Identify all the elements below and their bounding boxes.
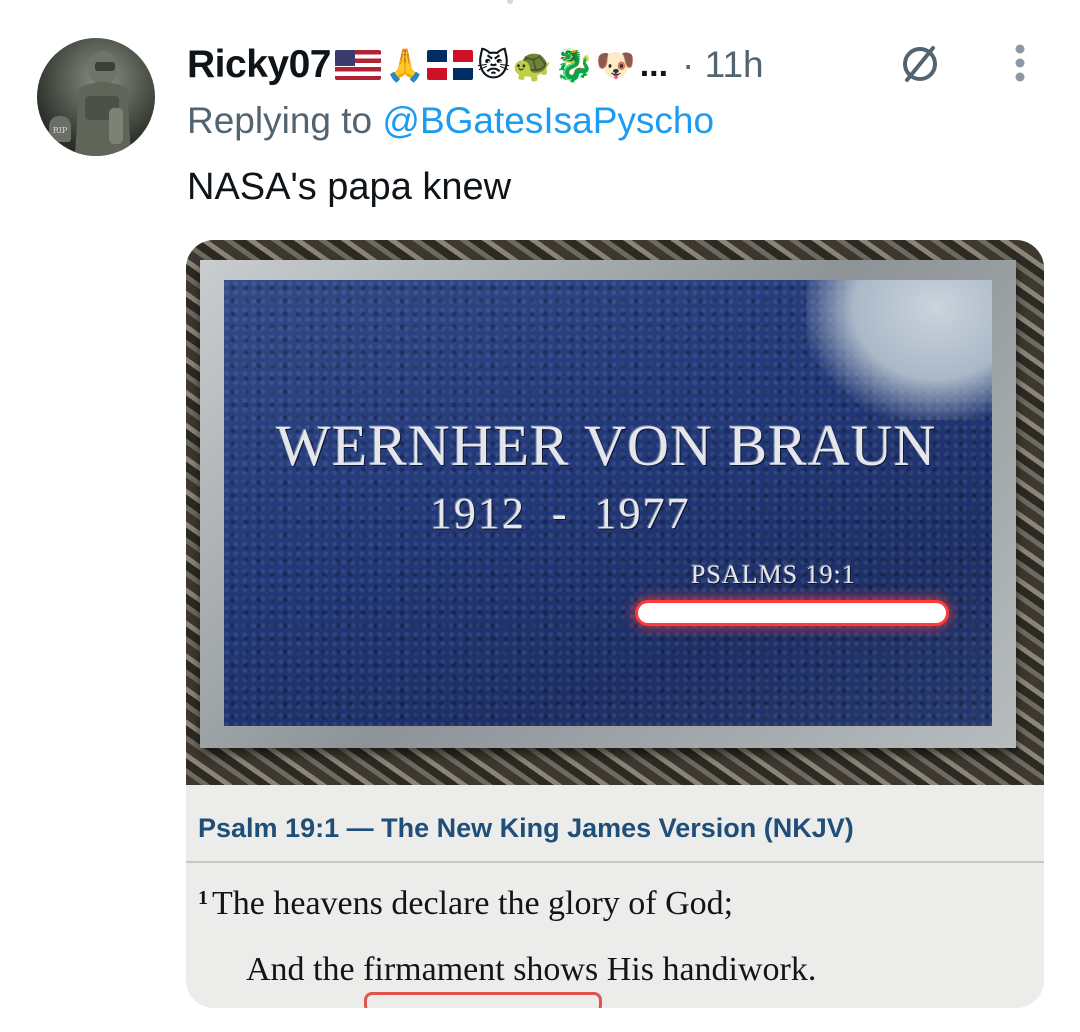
rip-badge: RIP [49,116,71,142]
name-truncation: ... [639,45,669,84]
dominican-flag-icon [426,50,473,80]
separator-dot: · [682,44,695,85]
author-display-name[interactable]: Ricky07 [187,43,331,87]
turtle-icon: 🐢 [512,47,552,83]
verse-line-1: 1 The heavens declare the glory of God; [198,885,733,923]
thread-connector [507,0,513,4]
grave-plaque-photo: WERNHER VON BRAUN 1912 - 1977 PSALMS 19:… [186,240,1044,785]
tweet-media-image[interactable]: WERNHER VON BRAUN 1912 - 1977 PSALMS 19:… [186,240,1044,1008]
bible-divider [186,861,1044,863]
plaque-psalm-reference: PSALMS 19:1 [691,560,856,589]
circle-slash-icon[interactable] [897,40,943,86]
name-emoji-row: 🙏 😾 🐢 🐉 🐶 [334,47,638,83]
verse-line-1-text: The heavens declare the glory of God; [212,885,734,922]
avatar[interactable]: RIP [37,38,155,156]
reply-handle-link[interactable]: @BGatesIsaPyscho [382,100,714,141]
plaque-name: WERNHER VON BRAUN [276,413,937,478]
bible-verse-panel: Psalm 19:1 — The New King James Version … [186,785,1044,1008]
plaque-weathering [806,280,992,420]
vertical-ellipsis-icon[interactable] [1000,40,1040,86]
verse-line-2: And the firmament shows His handiwork. [246,951,817,988]
firmament-highlight-mark [364,992,602,1008]
tweet-text: NASA's papa knew [187,166,512,208]
timestamp[interactable]: · 11h [682,44,764,86]
bible-heading: Psalm 19:1 — The New King James Version … [198,813,854,843]
replying-to-label: Replying to [187,100,373,141]
us-flag-icon [334,50,381,80]
pouting-cat-icon: 😾 [476,47,511,83]
psalm-highlight-mark [638,603,946,623]
dragon-icon: 🐉 [554,47,594,83]
dog-face-icon: 🐶 [595,47,636,83]
plaque-years: 1912 - 1977 [430,489,691,538]
praying-hands-icon: 🙏 [384,47,425,83]
timestamp-value: 11h [704,44,764,85]
tweet-header: Ricky07 🙏 😾 🐢 🐉 🐶 ... · 11h [187,36,764,94]
armored-figure-icon [75,51,131,156]
replying-to-line: Replying to @BGatesIsaPyscho [187,100,714,142]
verse-number: 1 [198,887,208,909]
